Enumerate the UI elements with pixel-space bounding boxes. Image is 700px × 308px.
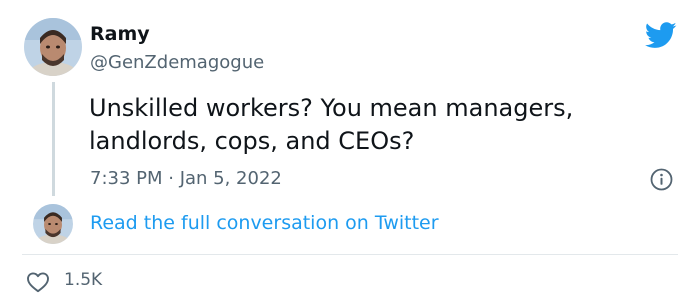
author-handle[interactable]: @GenZdemagogue [90,52,264,73]
tweet-timestamp[interactable]: 7:33 PM · Jan 5, 2022 [90,168,282,189]
author-avatar[interactable] [24,18,82,76]
divider [22,254,678,255]
author-display-name[interactable]: Ramy [90,23,150,45]
like-count[interactable]: 1.5K [64,270,102,290]
tweet-card: Ramy @GenZdemagogue Unskilled workers? Y… [0,0,700,308]
tweet-text: Unskilled workers? You mean managers, la… [89,94,574,155]
heart-icon[interactable] [26,271,50,293]
read-conversation-link[interactable]: Read the full conversation on Twitter [90,212,439,234]
info-icon[interactable] [650,168,673,191]
reply-avatar[interactable] [33,204,73,244]
twitter-bird-icon[interactable] [644,22,677,49]
thread-connector-line [52,82,55,196]
